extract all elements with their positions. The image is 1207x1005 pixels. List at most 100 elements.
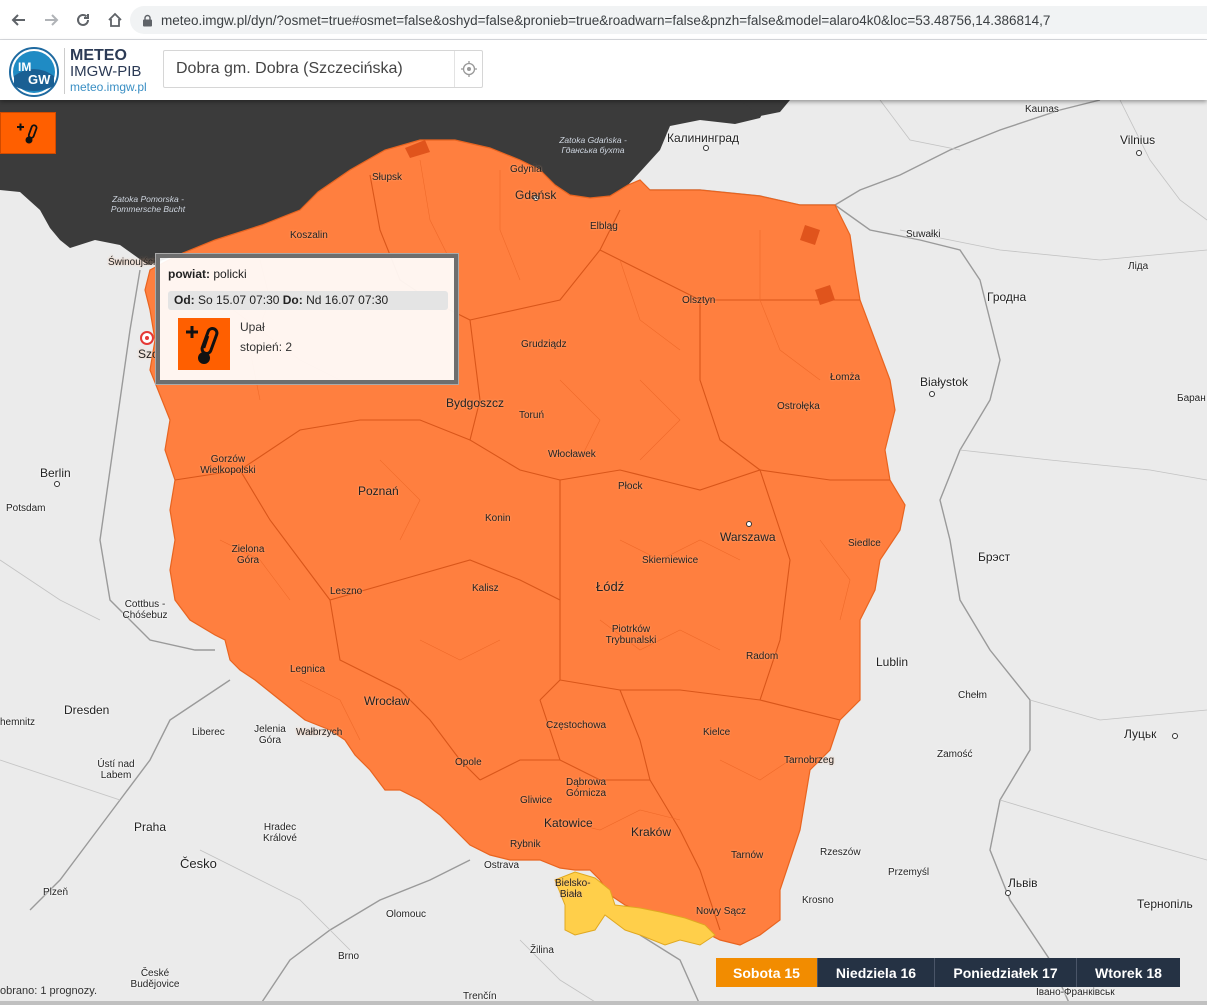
brand: METEO IMGW-PIB meteo.imgw.pl bbox=[64, 48, 147, 94]
map-label-swinoujscie: Świnoujście bbox=[108, 257, 161, 268]
map-label-ceske-budejovice: České Budějovice bbox=[130, 968, 180, 990]
map-label-chelm: Chełm bbox=[958, 690, 987, 701]
map-label-praha: Praha bbox=[134, 820, 167, 834]
warning-popup: powiat: policki Od: So 15.07 07:30 Do: N… bbox=[156, 254, 458, 384]
screenshot-root: meteo.imgw.pl/dyn/?osmet=true#osmet=fals… bbox=[0, 0, 1207, 1005]
location-search bbox=[163, 50, 483, 88]
map-label-leszno: Leszno bbox=[330, 586, 363, 597]
brand-subtitle: IMGW-PIB bbox=[70, 63, 142, 80]
warning-level: stopień: 2 bbox=[240, 340, 293, 354]
map-label-gdansk: Gdańsk bbox=[515, 188, 557, 202]
location-search-input[interactable] bbox=[164, 51, 454, 87]
map-label-konin: Konin bbox=[485, 513, 511, 524]
heat-thermometer-icon bbox=[17, 123, 38, 144]
brand-site: meteo.imgw.pl bbox=[70, 80, 147, 94]
map-label-koszalin: Koszalin bbox=[290, 230, 328, 241]
map-label-berlin: Berlin bbox=[40, 466, 71, 480]
url-text: meteo.imgw.pl/dyn/?osmet=true#osmet=fals… bbox=[161, 12, 1051, 28]
map-label-nowy-sacz: Nowy Sącz bbox=[696, 906, 747, 917]
map-label-lutsk: Луцьк bbox=[1124, 727, 1157, 741]
crosshair-icon bbox=[460, 61, 477, 77]
map-label-kaunas: Kaunas bbox=[1025, 104, 1059, 115]
map-label-olsztyn: Olsztyn bbox=[682, 295, 716, 306]
svg-text:GW: GW bbox=[28, 72, 51, 87]
map-label-krakow: Kraków bbox=[631, 825, 672, 839]
tab-day-sobota[interactable]: Sobota 15 bbox=[716, 958, 817, 987]
status-text: obrano: 1 prognozy. bbox=[0, 985, 98, 997]
map-label-olomouc: Olomouc bbox=[386, 909, 427, 920]
back-icon[interactable] bbox=[6, 7, 32, 33]
warning-type: Upał bbox=[240, 320, 265, 334]
location-marker-dot bbox=[145, 336, 149, 340]
map-label-bydgoszcz: Bydgoszcz bbox=[446, 396, 505, 410]
warning-layer-toggle[interactable] bbox=[0, 112, 56, 154]
map-label-baranovichi: Баран bbox=[1177, 393, 1206, 404]
map-label-bialystok: Białystok bbox=[920, 375, 969, 389]
map-label-czestochowa: Częstochowa bbox=[546, 720, 607, 731]
map-label-dabrowa: Dąbrowa Górnicza bbox=[565, 777, 607, 799]
lock-icon bbox=[143, 14, 152, 26]
to-value: Nd 16.07 07:30 bbox=[306, 293, 389, 307]
map-label-dresden: Dresden bbox=[64, 703, 110, 717]
map-label-wloclawek: Włocławek bbox=[548, 449, 596, 460]
home-icon[interactable] bbox=[102, 7, 128, 33]
map-label-ostroleka: Ostrołęka bbox=[777, 401, 820, 412]
map-label-bielsko: Bielsko-Biała bbox=[555, 878, 591, 900]
map-label-piotrkow: Piotrków Trybunalski bbox=[605, 624, 657, 646]
locate-button[interactable] bbox=[454, 51, 482, 87]
address-bar[interactable]: meteo.imgw.pl/dyn/?osmet=true#osmet=fals… bbox=[130, 6, 1207, 34]
warning-map[interactable]: Kaunas Vilnius Калининград Zatoka Gdańsk… bbox=[0, 100, 1207, 1005]
tab-day-wtorek[interactable]: Wtorek 18 bbox=[1076, 958, 1180, 987]
map-label-slupsk: Słupsk bbox=[372, 172, 403, 183]
reload-icon[interactable] bbox=[70, 7, 96, 33]
from-value: So 15.07 07:30 bbox=[198, 293, 280, 307]
map-label-lodz: Łódź bbox=[596, 579, 625, 594]
map-label-krosno: Krosno bbox=[802, 895, 834, 906]
map-label-ostrava: Ostrava bbox=[484, 860, 520, 871]
map-label-hradec: Hradec Králové bbox=[263, 822, 297, 844]
map-label-ternopil: Тернопіль bbox=[1137, 897, 1193, 911]
brand-title: METEO bbox=[70, 47, 127, 64]
imgw-logo[interactable]: IM GW bbox=[8, 46, 60, 98]
map-label-vilnius: Vilnius bbox=[1120, 133, 1156, 147]
app-header: IM GW METEO IMGW-PIB meteo.imgw.pl bbox=[0, 40, 1207, 100]
map-label-brest: Брэст bbox=[978, 550, 1011, 564]
map-label-zatoka-gdanska: Zatoka Gdańska - Гданська бухта bbox=[559, 135, 627, 155]
tab-day-niedziela[interactable]: Niedziela 16 bbox=[817, 958, 934, 987]
map-label-suwalki: Suwałki bbox=[906, 229, 941, 240]
map-label-siedlce: Siedlce bbox=[848, 538, 881, 549]
map-label-torun: Toruń bbox=[519, 410, 545, 421]
map-label-rzeszow: Rzeszów bbox=[820, 847, 861, 858]
map-label-lida: Ліда bbox=[1128, 261, 1149, 272]
map-label-kalisz: Kalisz bbox=[472, 583, 499, 594]
map-label-zamosc: Zamość bbox=[937, 749, 973, 760]
forward-icon[interactable] bbox=[38, 7, 64, 33]
heat-warning-icon bbox=[178, 318, 230, 370]
map-label-warszawa: Warszawa bbox=[720, 530, 776, 544]
map-label-tarnobrzeg: Tarnobrzeg bbox=[784, 755, 835, 766]
map-label-poznan: Poznań bbox=[358, 484, 399, 498]
map-label-jelenia-gora: Jelenia Góra bbox=[254, 724, 286, 746]
popup-time-range: Od: So 15.07 07:30 Do: Nd 16.07 07:30 bbox=[168, 291, 448, 310]
map-label-tarnow: Tarnów bbox=[731, 850, 764, 861]
popup-header: powiat: policki bbox=[168, 267, 247, 281]
map-label-usti: Ústí nad Labem bbox=[97, 759, 135, 781]
map-label-elblag: Elbląg bbox=[590, 221, 618, 232]
tab-day-poniedzialek[interactable]: Poniedziałek 17 bbox=[934, 958, 1076, 987]
map-label-lomza: Łomża bbox=[830, 372, 861, 383]
from-label: Od: bbox=[174, 293, 195, 307]
to-label: Do: bbox=[282, 293, 303, 307]
day-tabs: Sobota 15 Niedziela 16 Poniedziałek 17 W… bbox=[716, 958, 1180, 987]
map-label-plock: Płock bbox=[618, 481, 643, 492]
map-label-walbrzych: Wałbrzych bbox=[296, 727, 343, 738]
map-label-zatoka-pomorska: Zatoka Pomorska - Pommersche Bucht bbox=[110, 194, 186, 214]
map-label-grodno: Гродна bbox=[987, 290, 1027, 304]
map-label-zielona-gora: Zielona Góra bbox=[231, 544, 265, 566]
map-label-kielce: Kielce bbox=[703, 727, 731, 738]
bottom-strip bbox=[0, 1001, 1207, 1005]
map-label-gorzow: Gorzów Wielkopolski bbox=[200, 454, 256, 476]
map-label-przemysl: Przemyśl bbox=[888, 867, 930, 878]
map-label-lublin: Lublin bbox=[876, 655, 909, 669]
map-label-brno: Brno bbox=[338, 951, 360, 962]
powiat-label: powiat: bbox=[168, 267, 210, 281]
